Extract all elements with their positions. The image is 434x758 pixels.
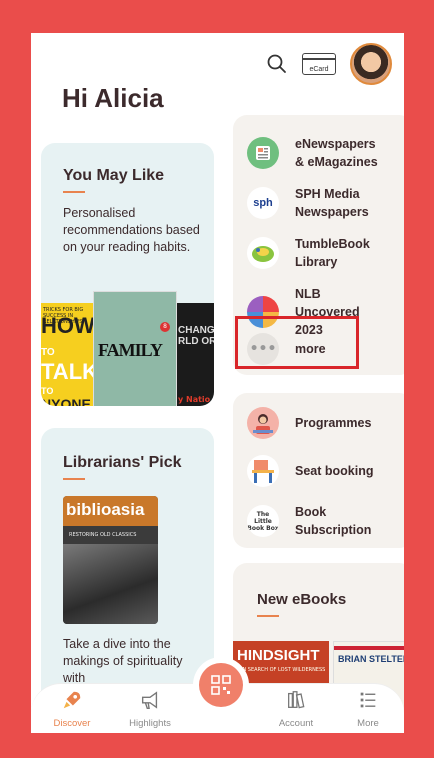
book-cover[interactable]: biblioasia RESTORING OLD CLASSICS <box>63 496 158 624</box>
book-cover[interactable]: TRICKS FOR BIG SUCCESS IN RELATIONSHIPS … <box>41 303 96 406</box>
greeting: Hi Alicia <box>62 83 164 113</box>
book-cover-text: y Natio <box>178 395 211 404</box>
sph-logo-icon: sph <box>247 187 279 219</box>
nav-account[interactable]: Account <box>261 689 331 729</box>
book-cover-text: TO NYONE <box>41 386 91 407</box>
qr-code-icon <box>211 675 231 695</box>
nav-label: Discover <box>53 718 91 729</box>
nav-label: Highlights <box>129 718 171 729</box>
book-cover-text: HOW TO <box>41 313 95 359</box>
highlight-box <box>235 316 359 369</box>
service-item-label: Programmes <box>295 416 372 430</box>
scan-qr-button[interactable] <box>199 663 243 707</box>
megaphone-icon <box>141 691 158 709</box>
app-screen: eCard Hi Alicia You May Like Personalise… <box>31 33 404 733</box>
service-item-label: Book Subscription <box>295 505 372 537</box>
card-accent <box>63 191 85 193</box>
service-item-seat-booking[interactable]: Seat booking <box>247 455 373 487</box>
book-cover-photo <box>63 544 158 624</box>
you-may-like-card[interactable]: You May Like Personalised recommendation… <box>41 143 214 406</box>
resource-item-label: SPH Media Newspapers <box>295 187 369 219</box>
resource-item-tumblebook[interactable]: TumbleBook Library <box>247 235 385 271</box>
section-accent <box>257 615 279 617</box>
newspaper-icon <box>247 137 279 169</box>
resource-item-sph[interactable]: sph SPH Media Newspapers <box>247 185 385 221</box>
service-item-label: Seat booking <box>295 464 374 478</box>
nav-highlights[interactable]: Highlights <box>115 689 185 729</box>
books-icon <box>288 691 305 709</box>
header-actions: eCard <box>266 43 392 85</box>
book-cover-stripe <box>334 646 404 650</box>
ecard-label: eCard <box>309 66 329 73</box>
card-title: Librarians' Pick <box>63 454 182 471</box>
avatar[interactable] <box>350 43 392 85</box>
service-item-book-subscription[interactable]: The Little Book Box Book Subscription <box>247 503 385 539</box>
nav-more[interactable]: More <box>333 689 403 729</box>
ecard-button[interactable]: eCard <box>302 53 336 75</box>
resource-item-enewspapers[interactable]: eNewspapers & eMagazines <box>247 135 385 171</box>
section-title: New eBooks <box>257 591 347 608</box>
search-icon[interactable] <box>266 53 288 75</box>
book-cover-title: biblioasia <box>63 496 158 526</box>
card-description: Personalised recommendations based on yo… <box>63 206 200 254</box>
book-badge: 8 <box>160 322 170 332</box>
tumblebook-icon <box>247 237 279 269</box>
nav-label: More <box>357 718 379 729</box>
nav-label: Account <box>278 718 314 729</box>
book-subscription-icon: The Little Book Box <box>247 505 279 537</box>
rocket-icon <box>63 691 81 709</box>
book-cover-text: CHANGINRLD ORD <box>178 325 214 347</box>
programmes-icon <box>247 407 279 439</box>
resource-item-label: TumbleBook Library <box>295 237 370 269</box>
book-cover[interactable]: 8 FAMILY <box>93 291 177 406</box>
book-cover[interactable]: CHANGINRLD ORD y Natio <box>177 303 214 406</box>
card-description: Take a dive into the makings of spiritua… <box>63 637 183 685</box>
book-cover-subtitle: IN SEARCH OF LOST WILDERNESS <box>241 667 326 673</box>
resource-item-label: eNewspapers & eMagazines <box>295 137 378 169</box>
book-cover-subtitle: RESTORING OLD CLASSICS <box>69 532 137 538</box>
service-item-programmes[interactable]: Programmes <box>247 407 371 439</box>
book-cover-text: FAMILY <box>98 340 163 360</box>
services-panel: Programmes Seat booking The Little Book … <box>233 393 404 548</box>
book-cover-title: BRIAN STELTER <box>338 654 404 664</box>
book-cover-text: TALK <box>41 359 96 384</box>
seat-booking-icon <box>247 455 279 487</box>
nav-discover[interactable]: Discover <box>37 689 107 729</box>
card-accent <box>63 478 85 480</box>
menu-list-icon <box>360 692 376 708</box>
book-cover-title: HINDSIGHT <box>237 647 320 664</box>
card-title: You May Like <box>63 167 165 184</box>
